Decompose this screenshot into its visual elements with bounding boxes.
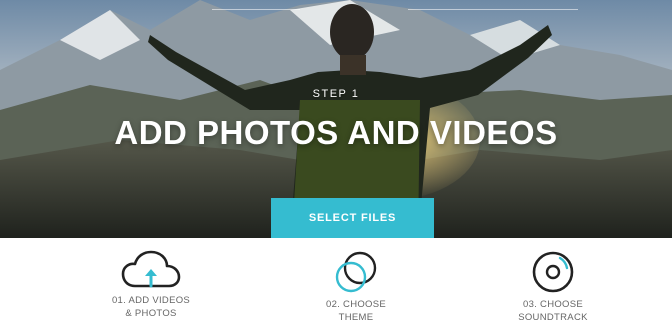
- step-divider-right: [408, 9, 578, 10]
- step-2-caption: 02. CHOOSE THEME: [286, 298, 426, 324]
- step-choose-soundtrack: 03. CHOOSE SOUNDTRACK: [483, 250, 623, 324]
- select-files-button[interactable]: SELECT FILES: [271, 198, 434, 238]
- disc-icon: [532, 251, 574, 293]
- overlapping-circles-icon: [335, 251, 377, 293]
- step-2-caption-line2: THEME: [338, 312, 374, 323]
- steps-section: 01. ADD VIDEOS & PHOTOS 02. CHOOSE THEME…: [0, 238, 672, 336]
- step-1-caption-line1: 01. ADD VIDEOS: [111, 295, 191, 306]
- step-label: STEP 1: [312, 88, 360, 100]
- step-divider-left: [212, 9, 300, 10]
- step-1-caption: 01. ADD VIDEOS & PHOTOS: [81, 294, 221, 320]
- step-indicator: STEP 1: [0, 84, 672, 104]
- step-add-videos-photos: 01. ADD VIDEOS & PHOTOS: [81, 250, 221, 320]
- page-title: ADD PHOTOS AND VIDEOS: [114, 114, 558, 151]
- step-3-caption-line2: SOUNDTRACK: [518, 312, 588, 323]
- cloud-upload-icon: [121, 250, 181, 288]
- step-2-caption-line1: 02. CHOOSE: [325, 299, 387, 310]
- step-3-caption-line1: 03. CHOOSE: [522, 299, 584, 310]
- step-choose-theme: 02. CHOOSE THEME: [286, 250, 426, 324]
- step-3-caption: 03. CHOOSE SOUNDTRACK: [483, 298, 623, 324]
- step-1-caption-line2: & PHOTOS: [125, 308, 177, 319]
